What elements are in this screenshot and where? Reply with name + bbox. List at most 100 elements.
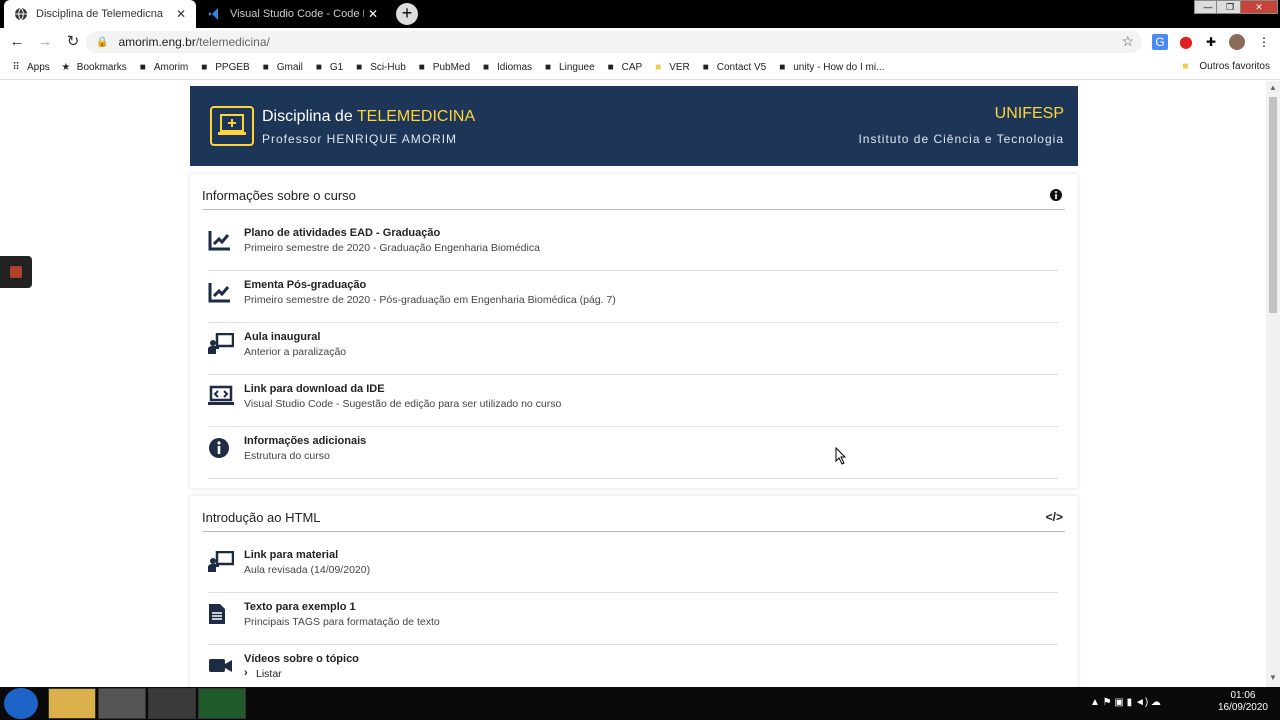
- html-intro-card: Introdução ao HTML </> Link para materia…: [190, 496, 1078, 687]
- taskbar-chrome[interactable]: [148, 688, 196, 719]
- bookmark-star-icon[interactable]: ☆: [1121, 33, 1134, 50]
- translate-extension-icon[interactable]: G: [1152, 34, 1168, 50]
- lock-icon: 🔒: [96, 36, 109, 48]
- cap-icon: ■: [607, 61, 614, 73]
- bookmark-cap[interactable]: ■ CAP: [605, 62, 643, 74]
- tab-vscode[interactable]: Visual Studio Code - Code Editin ✕: [198, 0, 388, 28]
- item-title[interactable]: Texto para exemplo 1: [244, 601, 356, 613]
- bookmark-unity-how-do-i-mi[interactable]: ■ unity - How do I mi...: [776, 62, 884, 74]
- stop-icon: [10, 266, 22, 278]
- reload-icon[interactable]: ↻: [62, 31, 84, 53]
- folder-icon: ■: [1182, 61, 1189, 72]
- item-subtitle: Primeiro semestre de 2020 - Graduação En…: [244, 242, 540, 254]
- list-item[interactable]: Link para download da IDE Visual Studio C…: [208, 375, 1058, 427]
- scroll-down-icon[interactable]: ▼: [1266, 673, 1280, 685]
- bookmark-gmail[interactable]: ■ Gmail: [260, 62, 303, 74]
- bookmark-ppgeb[interactable]: ■ PPGEB: [198, 62, 250, 74]
- scrollbar-thumb[interactable]: [1269, 97, 1277, 313]
- close-tab-icon[interactable]: ✕: [176, 7, 186, 21]
- list-item[interactable]: Ementa Pós-graduação Primeiro semestre de…: [208, 271, 1058, 323]
- start-button[interactable]: [4, 688, 38, 719]
- item-title[interactable]: Plano de atividades EAD - Graduação: [244, 227, 440, 239]
- url-path: /telemedicina/: [195, 35, 270, 49]
- menu-kebab-icon[interactable]: ⋮: [1256, 34, 1272, 50]
- address-bar[interactable]: 🔒 amorim.eng.br /telemedicina/ ☆: [86, 31, 1142, 53]
- item-subtitle: Principais TAGS para formatação de texto: [244, 616, 440, 628]
- institute-name: Instituto de Ciência e Tecnologia: [858, 132, 1064, 146]
- list-item[interactable]: Vídeos sobre o tópico Listar ›: [208, 645, 1058, 687]
- bookmark-label: PubMed: [432, 62, 471, 73]
- chevron-right-icon[interactable]: ›: [244, 667, 248, 679]
- section-heading: Informações sobre o curso: [202, 188, 1065, 210]
- scihub-icon: ■: [356, 61, 363, 73]
- new-tab-button[interactable]: +: [396, 3, 418, 25]
- chart-pen-icon: [208, 229, 232, 251]
- close-tab-icon[interactable]: ✕: [368, 7, 378, 21]
- bookmark-label: Contact V5: [716, 62, 767, 73]
- telemedicine-laptop-icon: [210, 106, 254, 146]
- list-item[interactable]: Link para material Aula revisada (14/09/2…: [208, 541, 1058, 593]
- list-item[interactable]: Texto para exemplo 1 Principais TAGS para…: [208, 593, 1058, 645]
- item-subtitle: Estrutura do curso: [244, 450, 330, 462]
- laptop-code-icon: [208, 385, 234, 407]
- item-title[interactable]: Link para material: [244, 549, 338, 561]
- taskbar-explorer[interactable]: [48, 688, 96, 719]
- item-title[interactable]: Aula inaugural: [244, 331, 320, 343]
- close-window-button[interactable]: ✕: [1240, 0, 1278, 14]
- browser-toolbar: ← → ↻ 🔒 amorim.eng.br /telemedicina/ ☆ G…: [0, 28, 1280, 56]
- item-subtitle: Primeiro semestre de 2020 - Pós-graduaçã…: [244, 294, 616, 306]
- scroll-up-icon[interactable]: ▲: [1266, 83, 1280, 95]
- home-icon: ■: [702, 61, 709, 73]
- item-title[interactable]: Ementa Pós-graduação: [244, 279, 366, 291]
- bookmark-label: VER: [669, 62, 690, 73]
- bookmark-g1[interactable]: ■ G1: [313, 62, 343, 74]
- tab-telemedicina[interactable]: Disciplina de Telemedicna ✕: [4, 0, 196, 28]
- item-title[interactable]: Informações adicionais: [244, 435, 366, 447]
- profile-avatar[interactable]: [1229, 34, 1245, 50]
- bookmarks-bar: ⠿ Apps ★ Bookmarks ■ Amorim ■ PPGEB ■ Gmail ■ G1 ■ Sc…: [0, 56, 1280, 80]
- item-subtitle: Aula revisada (14/09/2020): [244, 564, 371, 576]
- list-item[interactable]: Plano de atividades EAD - Graduação Prime…: [208, 219, 1058, 271]
- bookmark-ver[interactable]: ■ VER: [652, 62, 690, 74]
- floating-side-widget[interactable]: [0, 256, 32, 288]
- teacher-board-icon: [208, 332, 235, 355]
- back-icon[interactable]: ←: [6, 31, 28, 53]
- apps-icon: ⠿: [12, 61, 20, 73]
- taskbar-app[interactable]: [98, 688, 146, 719]
- page-scrollbar[interactable]: ▲ ▼: [1266, 81, 1280, 687]
- video-camera-icon: [208, 655, 232, 677]
- bookmark-amorim[interactable]: ■ Amorim: [137, 62, 188, 74]
- bookmark-sci-hub[interactable]: ■ Sci-Hub: [353, 62, 406, 74]
- bookmark-label: unity - How do I mi...: [793, 62, 885, 73]
- bookmark-apps[interactable]: ⠿ Apps: [10, 61, 49, 74]
- taskbar-chart-app[interactable]: [198, 688, 246, 719]
- windows-taskbar: ▲ ⚑ ▣ ▮ ◄) ☁ 01:06 16/09/2020: [0, 687, 1280, 720]
- list-videos-toggle[interactable]: Listar: [244, 668, 282, 680]
- bookmark-label: Linguee: [559, 62, 595, 73]
- list-item[interactable]: Aula inaugural Anterior a paralização: [208, 323, 1058, 375]
- item-title[interactable]: Link para download da IDE: [244, 383, 385, 395]
- bookmark-idiomas[interactable]: ■ Idiomas: [480, 62, 532, 74]
- info-circle-icon: [1049, 188, 1063, 205]
- bookmark-label: Gmail: [276, 62, 303, 73]
- bookmark-bookmarks[interactable]: ★ Bookmarks: [60, 62, 127, 74]
- document-icon: [208, 603, 232, 625]
- bookmark-label: Sci-Hub: [370, 62, 406, 73]
- extensions-puzzle-icon[interactable]: ✚: [1203, 34, 1219, 50]
- g1-icon: ■: [315, 61, 322, 73]
- item-title[interactable]: Vídeos sobre o tópico: [244, 653, 359, 665]
- vscode-icon: [209, 8, 218, 20]
- gmail-icon: ■: [262, 61, 269, 73]
- mouse-cursor: [835, 447, 847, 465]
- clock-date: 16/09/2020: [1217, 702, 1268, 713]
- opera-extension-icon[interactable]: ⬤: [1178, 34, 1194, 50]
- forward-icon[interactable]: →: [34, 31, 56, 53]
- bookmark-other-favorites[interactable]: ■ Outros favoritos: [1182, 61, 1270, 72]
- pubmed-icon: ■: [418, 61, 425, 73]
- bookmark-contact-v5[interactable]: ■ Contact V5: [700, 61, 767, 74]
- system-clock[interactable]: 01:06 16/09/2020: [1218, 690, 1268, 714]
- tray-icons[interactable]: ▲ ⚑ ▣ ▮ ◄) ☁: [1090, 697, 1161, 708]
- bookmark-pubmed[interactable]: ■ PubMed: [416, 62, 470, 74]
- bookmark-linguee[interactable]: ■ Linguee: [542, 62, 595, 74]
- list-item[interactable]: Informações adicionais Estrutura do curso: [208, 427, 1058, 479]
